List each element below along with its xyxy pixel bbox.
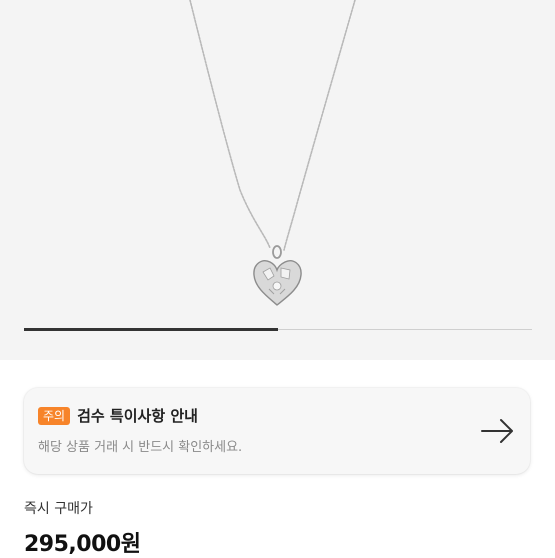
instant-buy-price: 295,000원: [24, 532, 141, 557]
instant-buy-price-label: 즉시 구매가: [24, 501, 93, 517]
necklace-chain-left: [189, 0, 271, 249]
necklace-chain-right: [283, 0, 356, 251]
notice-title: 검수 특이사항 안내: [77, 407, 198, 425]
product-image-area: [0, 0, 555, 360]
product-image[interactable]: [0, 0, 555, 330]
arrow-right-icon[interactable]: [480, 417, 516, 445]
caution-badge: 주의: [38, 406, 71, 425]
gallery-progress-track: [24, 328, 532, 331]
heart-pendant: [253, 245, 302, 306]
notice-header: 주의 검수 특이사항 안내: [38, 405, 198, 426]
notice-subtitle: 해당 상품 거래 시 반드시 확인하세요.: [38, 440, 243, 455]
gallery-progress-indicator: [24, 328, 278, 331]
inspection-notice-card[interactable]: 주의 검수 특이사항 안내 해당 상품 거래 시 반드시 확인하세요.: [24, 388, 530, 474]
